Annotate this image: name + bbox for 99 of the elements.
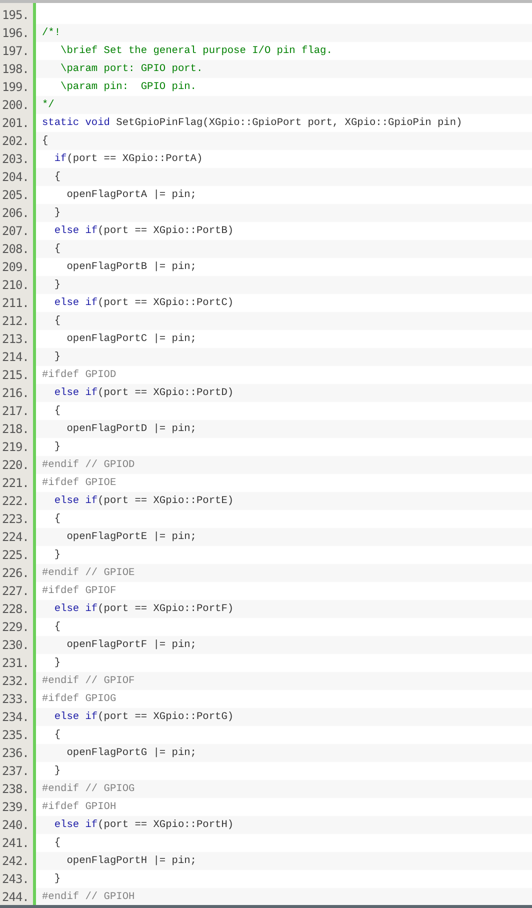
line-number: 201. xyxy=(2,116,29,130)
line-number: 218. xyxy=(2,422,29,436)
code-line: else if(port == XGpio::PortB) xyxy=(53,224,234,239)
code-line: /*! xyxy=(42,26,61,41)
line-number: 228. xyxy=(2,602,29,616)
line-number: 209. xyxy=(2,260,29,274)
line-number: 232. xyxy=(2,674,29,688)
code-line: } xyxy=(53,350,61,365)
code-line: \brief Set the general purpose I/O pin flag. xyxy=(60,44,332,59)
code-line: #endif // GPIOF xyxy=(42,674,135,689)
line-number: 197. xyxy=(2,44,29,58)
line-number: 202. xyxy=(2,134,29,148)
line-number: 225. xyxy=(2,548,29,562)
line-number: 229. xyxy=(2,620,29,634)
code-line: openFlagPortC |= pin; xyxy=(66,332,196,347)
code-line: } xyxy=(53,278,61,293)
line-number: 234. xyxy=(2,710,29,724)
line-number: 203. xyxy=(2,152,29,166)
line-number: 231. xyxy=(2,656,29,670)
line-number: 216. xyxy=(2,386,29,400)
code-line: } xyxy=(53,548,61,563)
code-line: #endif // GPIOE xyxy=(42,566,135,581)
code-line: if(port == XGpio::PortA) xyxy=(53,152,203,167)
code-line: } xyxy=(53,440,61,455)
code-line: */ xyxy=(42,98,54,113)
line-number: 230. xyxy=(2,638,29,652)
code-line: } xyxy=(53,656,61,671)
line-number: 223. xyxy=(2,512,29,526)
code-line: #ifdef GPIOE xyxy=(42,476,116,491)
code-line: else if(port == XGpio::PortG) xyxy=(53,710,234,725)
line-number: 235. xyxy=(2,728,29,742)
code-line: { xyxy=(53,728,61,743)
code-line: else if(port == XGpio::PortD) xyxy=(53,386,234,401)
code-line: openFlagPortA |= pin; xyxy=(66,188,196,203)
line-number: 227. xyxy=(2,584,29,598)
code-line: \param pin: GPIO pin. xyxy=(60,80,196,95)
line-number: 224. xyxy=(2,530,29,544)
code-line: openFlagPortE |= pin; xyxy=(66,530,196,545)
line-number: 206. xyxy=(2,206,29,220)
line-number: 241. xyxy=(2,836,29,850)
line-number: 208. xyxy=(2,242,29,256)
code-line: #ifdef GPIOG xyxy=(42,692,116,707)
code-line: { xyxy=(53,836,61,851)
line-number: 220. xyxy=(2,458,29,472)
line-number: 226. xyxy=(2,566,29,580)
line-number: 213. xyxy=(2,332,29,346)
line-number: 237. xyxy=(2,764,29,778)
line-number: 195. xyxy=(2,8,29,22)
code-line: #endif // GPIOD xyxy=(42,458,135,473)
code-line: { xyxy=(53,242,61,257)
code-line: { xyxy=(53,314,61,329)
code-line: { xyxy=(53,170,61,185)
code-line: { xyxy=(42,134,48,149)
line-number: 243. xyxy=(2,872,29,886)
line-number: 239. xyxy=(2,800,29,814)
line-number: 210. xyxy=(2,278,29,292)
line-number: 199. xyxy=(2,80,29,94)
line-number: 244. xyxy=(2,890,29,904)
line-number: 221. xyxy=(2,476,29,490)
line-number: 204. xyxy=(2,170,29,184)
line-number: 207. xyxy=(2,224,29,238)
line-number: 215. xyxy=(2,368,29,382)
code-line: openFlagPortH |= pin; xyxy=(66,854,196,869)
code-line: } xyxy=(53,764,61,779)
code-line: openFlagPortB |= pin; xyxy=(66,260,196,275)
code-line: { xyxy=(53,512,61,527)
code-line: #ifdef GPIOD xyxy=(42,368,116,383)
code-line: static void SetGpioPinFlag(XGpio::GpioPort port, XGpio::GpioPin pin) xyxy=(42,116,462,131)
line-number: 198. xyxy=(2,62,29,76)
line-number: 200. xyxy=(2,98,29,112)
line-number: 217. xyxy=(2,404,29,418)
line-number: 214. xyxy=(2,350,29,364)
line-number: 219. xyxy=(2,440,29,454)
line-number: 211. xyxy=(2,296,29,310)
code-line: else if(port == XGpio::PortE) xyxy=(53,494,234,509)
line-number: 233. xyxy=(2,692,29,706)
line-number: 196. xyxy=(2,26,29,40)
line-number: 236. xyxy=(2,746,29,760)
code-line: #ifdef GPIOF xyxy=(42,584,116,599)
code-line: #endif // GPIOG xyxy=(42,782,135,797)
line-number: 205. xyxy=(2,188,29,202)
code-line: } xyxy=(53,206,61,221)
code-line: openFlagPortD |= pin; xyxy=(66,422,196,437)
line-number: 242. xyxy=(2,854,29,868)
code-line: #endif // GPIOH xyxy=(42,890,135,905)
code-line: { xyxy=(53,620,61,635)
code-line: openFlagPortF |= pin; xyxy=(66,638,196,653)
line-number: 212. xyxy=(2,314,29,328)
line-number: 240. xyxy=(2,818,29,832)
code-line: else if(port == XGpio::PortH) xyxy=(53,818,234,833)
code-line: openFlagPortG |= pin; xyxy=(66,746,196,761)
code-line: \param port: GPIO port. xyxy=(60,62,203,77)
code-line: else if(port == XGpio::PortF) xyxy=(53,602,234,617)
code-line: } xyxy=(53,872,61,887)
code-line: #ifdef GPIOH xyxy=(42,800,116,815)
line-number: 238. xyxy=(2,782,29,796)
code-line: { xyxy=(53,404,61,419)
line-number: 222. xyxy=(2,494,29,508)
code-line: else if(port == XGpio::PortC) xyxy=(53,296,234,311)
